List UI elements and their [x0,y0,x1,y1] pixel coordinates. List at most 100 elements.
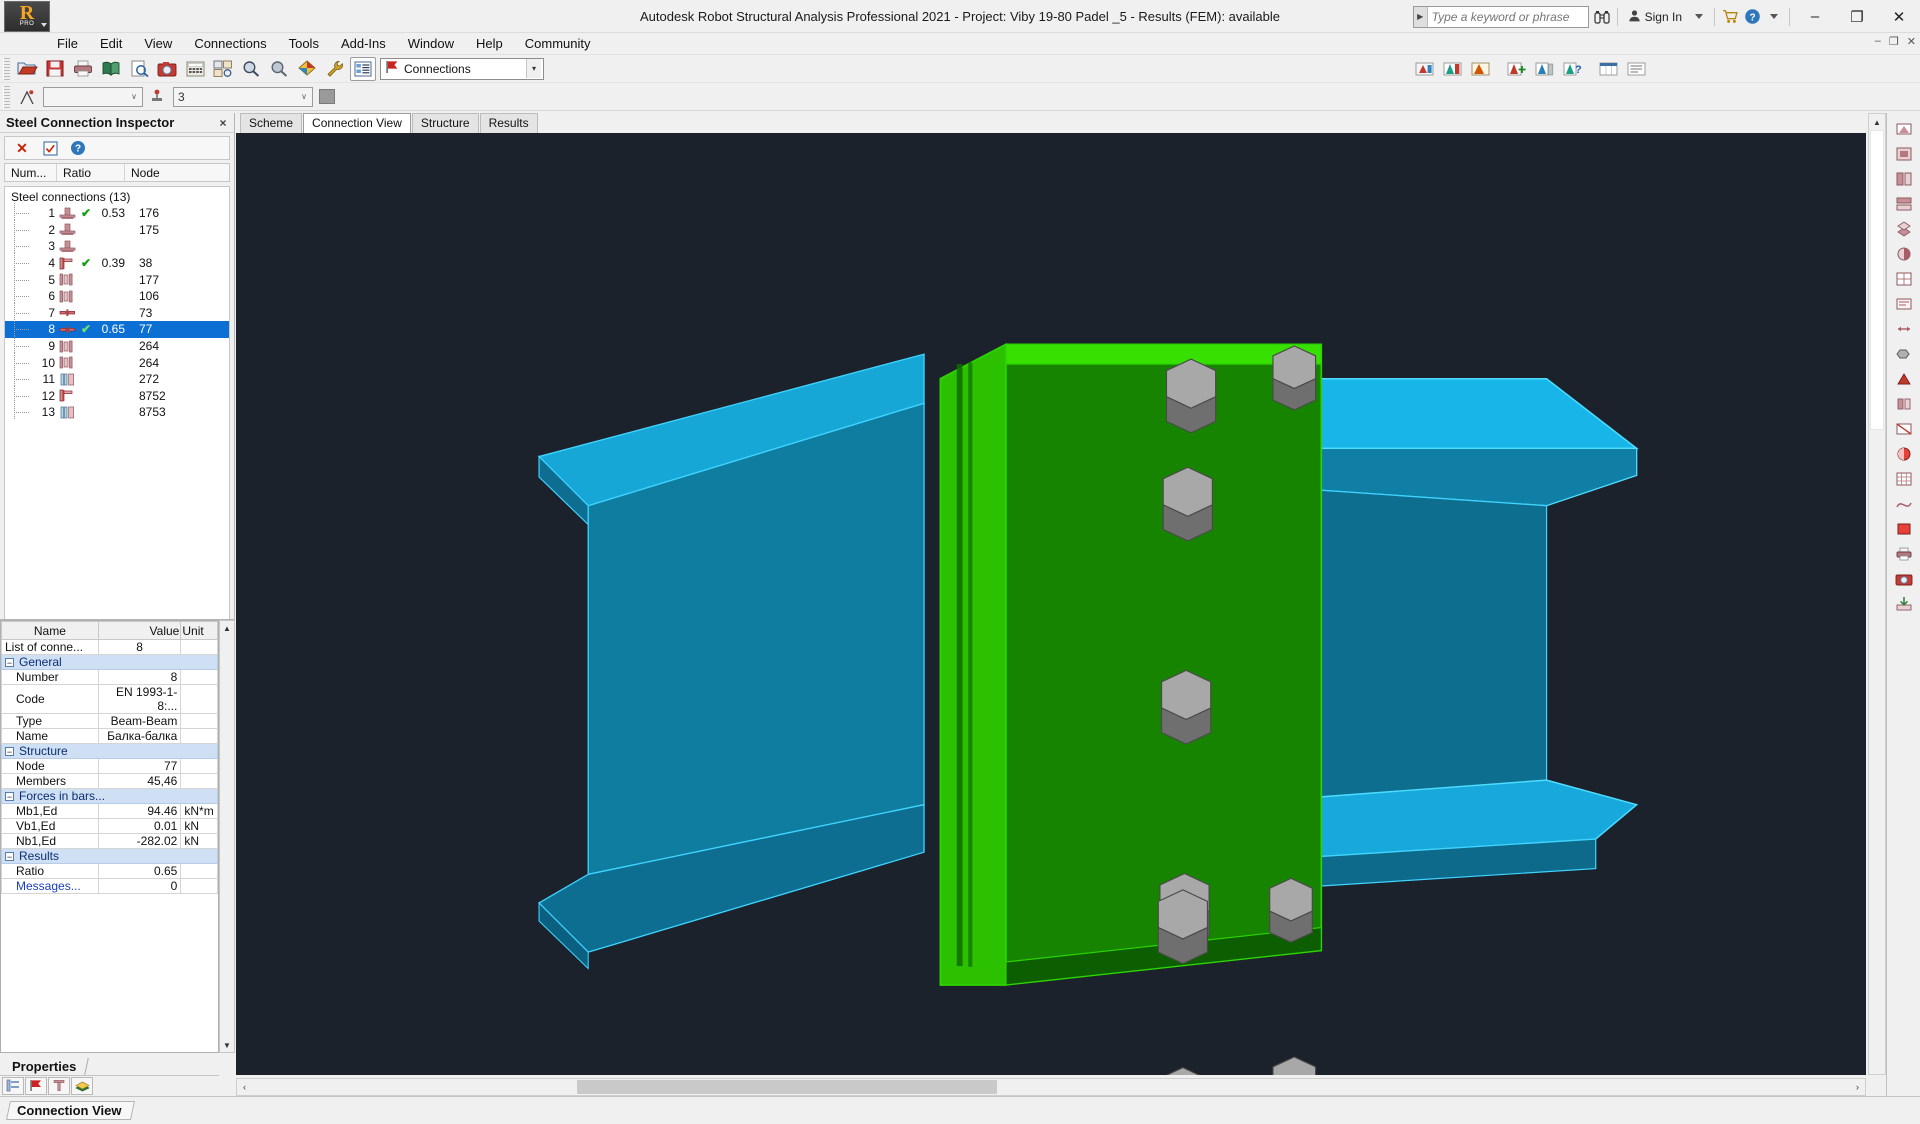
scroll-up-button[interactable]: ▲ [220,621,234,635]
menu-item-edit[interactable]: Edit [89,34,133,53]
property-row-0-2[interactable]: Type Beam-Beam [1,713,218,729]
view-front-icon[interactable] [1891,142,1917,166]
member-selection-field[interactable]: ∨ [173,86,313,107]
view-3d-icon[interactable] [1891,217,1917,241]
printout-composition-button[interactable] [98,57,124,81]
job-preferences-button[interactable] [210,57,236,81]
column-header-node[interactable]: Node [125,164,229,181]
tab-scheme[interactable]: Scheme [240,113,303,133]
stress-icon[interactable] [1891,517,1917,541]
connection-row-7[interactable]: 7 73 [5,302,229,322]
connection-design-button[interactable] [1531,57,1557,81]
help-dropdown-icon[interactable] [1763,6,1785,28]
labels-icon[interactable] [1891,292,1917,316]
node-selection-input[interactable] [44,87,126,106]
property-row-1-1[interactable]: Members 45,46 [1,773,218,789]
render-icon[interactable] [1891,242,1917,266]
section-cut-icon[interactable] [1891,417,1917,441]
zoom-out-button[interactable] [266,57,292,81]
calculations-button[interactable] [182,57,208,81]
viewport-horizontal-scrollbar[interactable]: ‹ › [236,1078,1866,1096]
node-select-icon[interactable] [14,85,40,109]
connection-row-3[interactable]: 3 [5,236,229,255]
scroll-thumb[interactable] [1870,130,1884,430]
search-input[interactable] [1427,6,1588,27]
print-button[interactable] [70,57,96,81]
printout-report-button[interactable] [1623,57,1649,81]
scroll-up-button[interactable]: ▲ [1869,114,1885,130]
connection-row-4[interactable]: 4 ✔ 0.39 38 [5,253,229,272]
column-header-unit[interactable]: Unit [180,621,218,640]
member-selection-input[interactable] [174,87,296,106]
connections-flag-icon[interactable] [25,1076,47,1095]
property-row-0-0[interactable]: Number 8 [1,669,218,685]
connection-row-9[interactable]: 9 264 [5,336,229,355]
binoculars-icon[interactable] [1591,6,1613,28]
toolbar-grip[interactable] [3,85,10,108]
toolbar-grip[interactable] [3,57,10,80]
collapse-expander-icon[interactable]: − [5,658,14,668]
structure-view-icon[interactable] [2,1076,24,1095]
chevron-down-icon[interactable]: ∨ [296,88,312,106]
property-row-2-2[interactable]: Nb1,Ed -282.02 kN [1,833,218,849]
connection-code-button[interactable] [1411,57,1437,81]
save-button[interactable] [42,57,68,81]
print-view-icon[interactable] [1891,542,1917,566]
connection-row-8[interactable]: 8 ✔ 0.65 77 [5,319,229,338]
connection-help-button[interactable]: ? [1559,57,1585,81]
menu-item-view[interactable]: View [133,34,183,53]
property-row-3-1[interactable]: Messages... 0 [1,878,218,894]
zoom-in-button[interactable] [238,57,264,81]
column-header-num[interactable]: Num... [5,164,57,181]
sign-in-dropdown-icon[interactable] [1688,6,1710,28]
connection-inspector-button[interactable] [350,56,376,81]
property-row-0-3[interactable]: Name Балка-балка [1,728,218,744]
help-icon[interactable]: ? [1741,6,1763,28]
maximize-window-button[interactable]: ❐ [1836,2,1878,32]
tab-connection-view[interactable]: Connection View [303,113,411,133]
export-icon[interactable] [1891,592,1917,616]
collapse-expander-icon[interactable]: − [5,747,14,757]
verify-connection-icon[interactable] [41,139,59,157]
app-logo-caret-icon[interactable] [41,22,47,27]
welds-display-icon[interactable] [1891,367,1917,391]
column-header-name[interactable]: Name [1,621,99,640]
layout-selector-combo[interactable]: Connections ▾ [380,57,544,80]
scroll-left-button[interactable]: ‹ [237,1080,252,1094]
snapshot-icon[interactable] [1891,567,1917,591]
results-map-icon[interactable] [1891,442,1917,466]
materials-icon[interactable] [71,1076,93,1095]
tab-structure[interactable]: Structure [411,113,479,133]
connection-type-icon[interactable] [48,1076,70,1095]
property-group-3[interactable]: − Results [1,848,218,864]
property-row-0-1[interactable]: Code EN 1993-1-8:... [1,684,218,714]
connection-row-10[interactable]: 10 264 [5,352,229,371]
color-swatch-button[interactable] [314,85,340,109]
property-group-0[interactable]: − General [1,654,218,670]
menu-item-window[interactable]: Window [397,34,465,53]
sign-in-button[interactable]: Sign In [1622,6,1688,28]
menu-item-help[interactable]: Help [465,34,514,53]
search-dropdown-icon[interactable]: ▶ [1413,6,1428,27]
close-icon[interactable]: × [216,116,230,130]
view-top-icon[interactable] [1891,192,1917,216]
connection-add-button[interactable] [1503,57,1529,81]
connection-3d-viewport[interactable] [236,133,1866,1075]
connection-list-button[interactable] [1439,57,1465,81]
connection-row-6[interactable]: 6 106 [5,286,229,305]
menu-item-file[interactable]: File [46,34,89,53]
connection-row-13[interactable]: 13 8753 [5,402,229,421]
mdi-restore-button[interactable]: ❐ [1889,35,1899,48]
mesh-icon[interactable] [1891,467,1917,491]
chevron-down-icon[interactable]: ∨ [126,88,142,106]
chevron-down-icon[interactable]: ▾ [526,59,541,78]
view-side-icon[interactable] [1891,167,1917,191]
property-row-2-1[interactable]: Vb1,Ed 0.01 kN [1,818,218,834]
minimize-window-button[interactable]: – [1794,2,1836,32]
viewport-vertical-scrollbar[interactable]: ▲ [1868,113,1886,1075]
property-row-1-0[interactable]: Node 77 [1,758,218,774]
node-selection-field[interactable]: ∨ [43,86,143,107]
mdi-minimize-button[interactable]: – [1875,35,1881,48]
tab-results[interactable]: Results [479,113,538,133]
open-file-button[interactable] [14,57,40,81]
